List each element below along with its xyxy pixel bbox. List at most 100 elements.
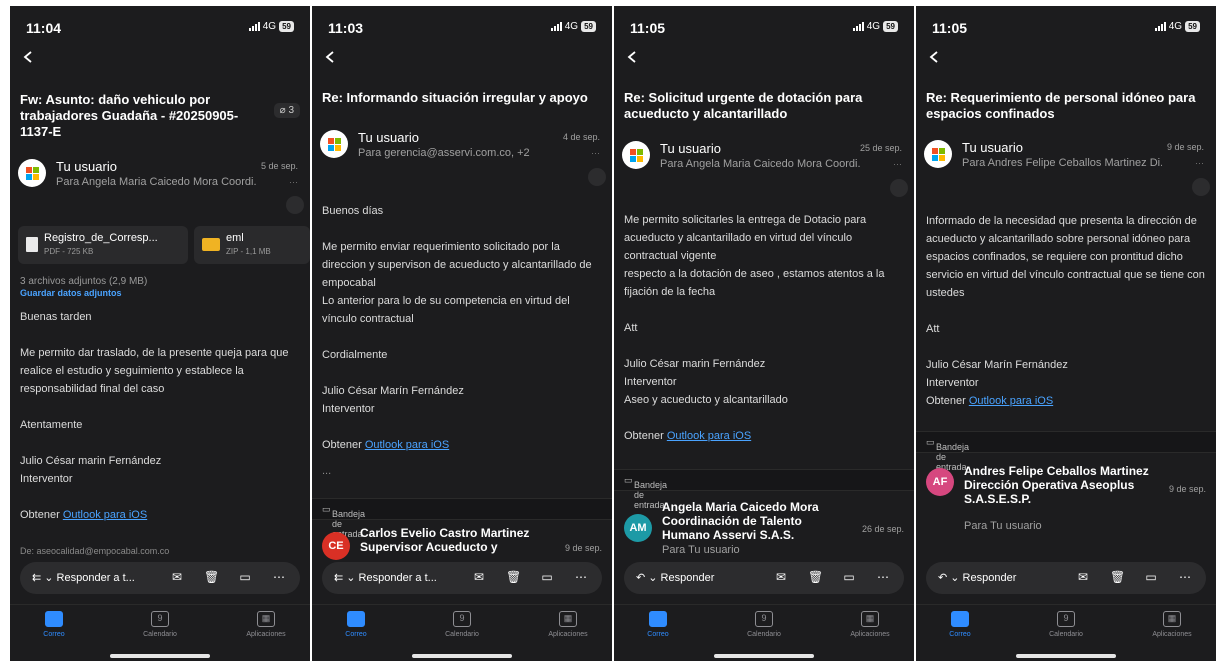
archive-icon[interactable]: ▭ [1144, 570, 1158, 584]
back-chevron-icon[interactable] [626, 50, 640, 64]
email-date: 4 de sep. [562, 132, 600, 142]
show-more-ellipsis[interactable]: ... [322, 462, 604, 480]
more-icon[interactable]: ··· [1195, 158, 1204, 168]
reaction-icon[interactable] [286, 196, 304, 214]
inbox-label: ▭ Bandeja de entrada [624, 475, 668, 510]
attachments-summary: 3 archivos adjuntos (2,9 MB) [20, 276, 148, 287]
tab-mail[interactable]: Correo [14, 611, 94, 638]
tab-label: Calendario [747, 631, 781, 638]
more-icon[interactable]: ⋯ [574, 570, 588, 584]
mail-icon [951, 611, 969, 627]
email-subject: Re: Requerimiento de personal idóneo par… [926, 90, 1196, 121]
calendar-icon: 9 [453, 611, 471, 627]
outlook-ios-link[interactable]: Outlook para iOS [63, 509, 147, 521]
reply-all-button[interactable]: ⇇ ⌄ Responder a t... [334, 571, 437, 584]
outlook-ios-link[interactable]: Outlook para iOS [969, 395, 1053, 407]
outlook-ios-link[interactable]: Outlook para iOS [365, 439, 449, 451]
battery-icon: 59 [883, 21, 898, 32]
body-line: Me permito dar traslado, de la presente … [20, 347, 289, 395]
delete-icon[interactable]: 🗑 [808, 570, 823, 584]
tab-label: Aplicaciones [1152, 631, 1192, 638]
attachment-file-2[interactable]: eml ZIP - 1,1 MB [194, 226, 310, 264]
attachment-name: eml [226, 232, 244, 244]
tab-apps[interactable]: ▦ Aplicaciones [1132, 611, 1212, 638]
tab-calendar[interactable]: 9 Calendario [120, 611, 200, 638]
reaction-icon[interactable] [1192, 178, 1210, 196]
next-recipient: Para Tu usuario [964, 520, 1042, 532]
home-indicator [412, 654, 512, 658]
recipients[interactable]: Para Andres Felipe Ceballos Martinez Di.… [962, 157, 1162, 169]
back-chevron-icon[interactable] [324, 50, 338, 64]
tab-label: Calendario [143, 631, 177, 638]
more-icon[interactable]: ⋯ [876, 570, 890, 584]
mark-unread-icon[interactable]: ✉ [472, 570, 486, 584]
recipients[interactable]: Para Angela Maria Caicedo Mora Coordi... [660, 158, 860, 170]
delete-icon[interactable]: 🗑 [506, 570, 521, 584]
next-sender-name: Andres Felipe Ceballos Martinez Direcció… [964, 464, 1149, 506]
tab-apps[interactable]: ▦ Aplicaciones [528, 611, 608, 638]
tab-label: Aplicaciones [548, 631, 588, 638]
body-line: Atentamente [20, 419, 83, 431]
more-icon[interactable]: ⋯ [1178, 570, 1192, 584]
status-bar: 11:05 4G 59 [614, 6, 914, 44]
phone-screen-3: 11:05 4G 59 Re: Solicitud urgente de dot… [614, 6, 914, 661]
next-recipient: Para Tu usuario [662, 544, 740, 556]
status-bar: 11:05 4G 59 [916, 6, 1216, 44]
more-icon[interactable]: ··· [591, 148, 600, 158]
email-subject: Re: Solicitud urgente de dotación para a… [624, 90, 863, 121]
reply-button[interactable]: ↶ ⌄ Responder [636, 571, 714, 584]
delete-icon[interactable]: 🗑 [204, 570, 219, 584]
recipients[interactable]: Para Angela Maria Caicedo Mora Coordi... [56, 176, 256, 188]
thread-next-message[interactable]: AF Andres Felipe Ceballos Martinez Direc… [916, 464, 1216, 544]
delete-icon[interactable]: 🗑 [1110, 570, 1125, 584]
archive-icon[interactable]: ▭ [540, 570, 554, 584]
more-icon[interactable]: ··· [289, 177, 298, 187]
archive-icon[interactable]: ▭ [238, 570, 252, 584]
home-indicator [1016, 654, 1116, 658]
email-date: 9 de sep. [1166, 142, 1204, 152]
tab-mail[interactable]: Correo [316, 611, 396, 638]
reply-button[interactable]: ↶ ⌄ Responder [938, 571, 1016, 584]
tab-calendar[interactable]: 9 Calendario [724, 611, 804, 638]
attachment-meta: ZIP - 1,1 MB [226, 247, 271, 256]
back-chevron-icon[interactable] [928, 50, 942, 64]
outlook-ios-link[interactable]: Outlook para iOS [667, 430, 751, 442]
reaction-icon[interactable] [890, 179, 908, 197]
save-attachments-link[interactable]: Guardar datos adjuntos [20, 288, 122, 298]
reply-all-button[interactable]: ⇇ ⌄ Responder a t... [32, 571, 135, 584]
mark-unread-icon[interactable]: ✉ [774, 570, 788, 584]
body-line: Att [624, 322, 638, 334]
mail-icon [45, 611, 63, 627]
more-icon[interactable]: ⋯ [272, 570, 286, 584]
tab-mail[interactable]: Correo [920, 611, 1000, 638]
tab-apps[interactable]: ▦ Aplicaciones [830, 611, 910, 638]
body-line: Informado de la necesidad que presenta l… [926, 215, 1205, 299]
next-sender-role: Supervisor Acueducto y [360, 540, 498, 554]
reply-label: Responder a t... [358, 572, 437, 584]
next-date: 9 de sep. [1168, 484, 1206, 494]
reaction-icon[interactable] [588, 168, 606, 186]
mark-unread-icon[interactable]: ✉ [170, 570, 184, 584]
tab-apps[interactable]: ▦ Aplicaciones [226, 611, 306, 638]
email-body: Me permito solicitarles la entrega de Do… [624, 211, 906, 445]
back-chevron-icon[interactable] [22, 50, 36, 64]
body-line: Att [926, 323, 940, 335]
mark-unread-icon[interactable]: ✉ [1076, 570, 1090, 584]
email-body: Informado de la necesidad que presenta l… [926, 212, 1208, 410]
archive-icon[interactable]: ▭ [842, 570, 856, 584]
attachment-file-1[interactable]: Registro_de_Corresp... PDF - 725 KB [18, 226, 188, 264]
more-icon[interactable]: ··· [893, 159, 902, 169]
tab-calendar[interactable]: 9 Calendario [422, 611, 502, 638]
zip-folder-icon [202, 238, 220, 251]
recipients[interactable]: Para gerencia@asservi.com.co, +2 [358, 147, 558, 159]
battery-icon: 59 [1185, 21, 1200, 32]
tab-calendar[interactable]: 9 Calendario [1026, 611, 1106, 638]
reply-label: Responder [660, 572, 715, 584]
apps-icon: ▦ [1163, 611, 1181, 627]
tab-mail[interactable]: Correo [618, 611, 698, 638]
body-line: Julio César marin Fernández [624, 358, 766, 370]
avatar: CE [322, 532, 350, 560]
attachment-count-pill[interactable]: ⌀ 3 [273, 103, 300, 118]
body-line: respecto a la dotación de aseo , estamos… [624, 268, 885, 298]
home-indicator [714, 654, 814, 658]
